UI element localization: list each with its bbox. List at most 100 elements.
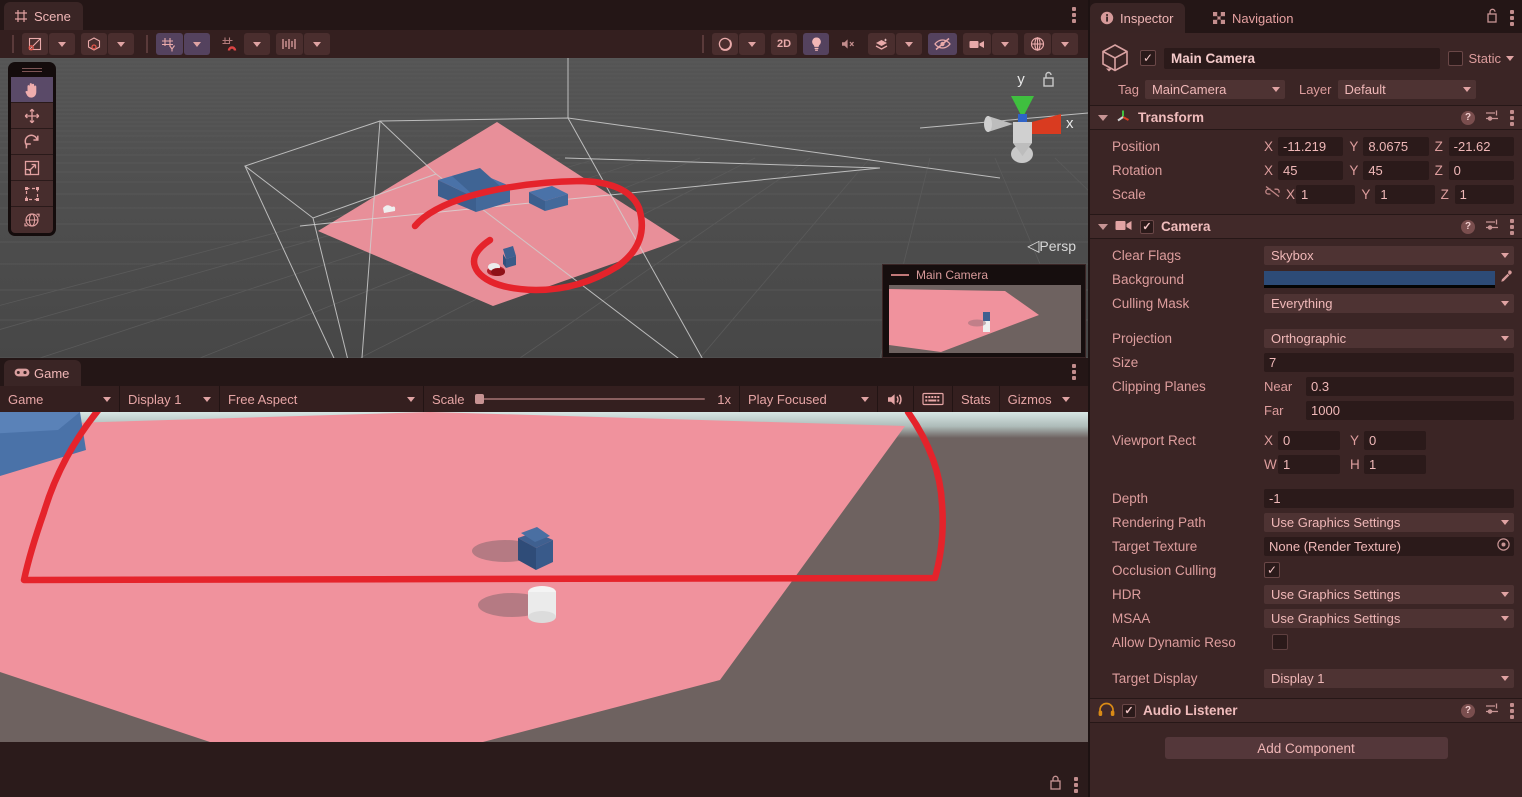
shading-mode-button[interactable] [712,33,738,55]
far-input[interactable]: 1000 [1306,400,1514,420]
scene-menu-kebab[interactable] [1072,7,1076,23]
scale-y-input[interactable]: 1 [1375,184,1435,204]
gizmos-caret[interactable] [1052,33,1078,55]
camera-enabled-checkbox[interactable]: ✓ [1140,219,1154,234]
clear-flags-dropdown[interactable]: Skybox [1264,245,1514,265]
rendering-path-dropdown[interactable]: Use Graphics Settings [1264,512,1514,532]
position-y-input[interactable]: 8.0675 [1363,136,1429,156]
viewport-w-input[interactable]: 1 [1278,454,1340,474]
grid-snapping-caret[interactable] [244,33,270,55]
scene-fx-caret[interactable] [896,33,922,55]
move-tool[interactable] [11,103,53,129]
transform-tool[interactable] [11,207,53,233]
lock-open-icon[interactable] [1486,8,1499,28]
allow-dynamic-resolution-checkbox[interactable] [1272,634,1288,650]
scale-tool[interactable] [11,155,53,181]
game-status-kebab[interactable] [1074,776,1078,793]
handle-position-toggle[interactable] [81,33,107,55]
object-name-input[interactable]: Main Camera [1164,47,1441,69]
pivot-rotation-toggle[interactable] [22,33,48,55]
lock-icon[interactable] [1049,775,1062,795]
scene-audio-toggle[interactable] [835,33,862,55]
increment-snap-toggle[interactable] [276,33,303,55]
preset-icon[interactable] [1485,702,1500,719]
target-texture-field[interactable]: None (Render Texture) [1264,536,1514,556]
scale-z-input[interactable]: 1 [1454,184,1514,204]
component-kebab-camera[interactable] [1510,218,1514,235]
help-icon[interactable]: ? [1461,703,1475,718]
link-broken-icon[interactable] [1264,185,1286,203]
component-header-camera[interactable]: ✓ Camera ? [1090,214,1522,239]
position-x-input[interactable]: -11.219 [1278,136,1344,156]
near-input[interactable]: 0.3 [1306,376,1514,396]
gizmos-toggle[interactable] [1024,33,1051,55]
layer-dropdown[interactable]: Default [1337,80,1476,99]
projection-mode-label[interactable]: ◁Persp [1027,236,1076,256]
chevron-down-icon[interactable] [1506,55,1514,61]
gizmos-caret-game[interactable] [1060,386,1078,412]
occlusion-culling-checkbox[interactable]: ✓ [1264,562,1280,578]
position-z-input[interactable]: -21.62 [1448,136,1514,156]
grid-axis-caret[interactable] [184,33,210,55]
shading-mode-caret[interactable] [739,33,765,55]
object-enabled-checkbox[interactable]: ✓ [1140,50,1156,66]
scene-lighting-toggle[interactable] [803,33,829,55]
static-toggle[interactable]: Static [1448,50,1514,66]
culling-mask-dropdown[interactable]: Everything [1264,293,1514,313]
background-color-swatch[interactable] [1264,270,1495,288]
preset-icon[interactable] [1485,109,1500,126]
static-checkbox[interactable] [1448,50,1464,66]
scale-slider-cell[interactable]: Scale 1x [424,386,740,412]
scale-slider-handle[interactable] [474,394,484,404]
component-header-audio-listener[interactable]: ✓ Audio Listener ? [1090,698,1522,723]
size-input[interactable]: 7 [1264,352,1514,372]
rotation-z-input[interactable]: 0 [1448,160,1514,180]
viewport-h-input[interactable]: 1 [1364,454,1426,474]
palette-drag-handle[interactable] [11,66,53,74]
pivot-rotation-caret[interactable] [49,33,75,55]
grid-axis-y[interactable] [156,33,183,55]
grid-snapping-toggle[interactable] [216,33,243,55]
tab-navigation[interactable]: Navigation [1202,3,1305,33]
scale-x-input[interactable]: 1 [1296,184,1356,204]
msaa-dropdown[interactable]: Use Graphics Settings [1264,608,1514,628]
help-icon[interactable]: ? [1461,219,1475,234]
gizmos-toggle-game[interactable]: Gizmos [1000,386,1060,412]
preset-icon[interactable] [1485,218,1500,235]
inspector-kebab[interactable] [1510,10,1514,26]
display-selector[interactable]: Display 1 [120,386,220,412]
aspect-selector[interactable]: Free Aspect [220,386,424,412]
rect-tool[interactable] [11,181,53,207]
scene-camera-caret[interactable] [992,33,1018,55]
collapse-triangle-icon[interactable] [1098,223,1108,230]
tab-game[interactable]: Game [4,360,82,386]
audio-listener-enabled-checkbox[interactable]: ✓ [1122,703,1136,718]
game-viewport[interactable] [0,412,1088,742]
collapse-triangle-icon[interactable] [1098,114,1108,121]
stats-toggle[interactable]: Stats [953,386,1000,412]
game-menu-kebab[interactable] [1072,364,1076,380]
tag-dropdown[interactable]: MainCamera [1144,80,1285,99]
handle-position-caret[interactable] [108,33,134,55]
add-component-button[interactable]: Add Component [1164,737,1448,759]
scene-viewport[interactable]: y x ◁Persp Main Camera [0,58,1088,358]
projection-dropdown[interactable]: Orthographic [1264,328,1514,348]
hand-tool[interactable] [11,77,53,103]
eyedropper-icon[interactable] [1499,269,1514,289]
game-view-selector[interactable]: Game [0,386,120,412]
rotation-x-input[interactable]: 45 [1278,160,1344,180]
orientation-gizmo[interactable]: y x [966,66,1076,186]
increment-snap-caret[interactable] [304,33,330,55]
scale-slider[interactable] [474,394,706,404]
viewport-y-input[interactable]: 0 [1364,430,1426,450]
mute-audio-toggle[interactable] [878,386,914,412]
component-header-transform[interactable]: Transform ? [1090,105,1522,130]
hdr-dropdown[interactable]: Use Graphics Settings [1264,584,1514,604]
depth-input[interactable]: -1 [1264,488,1514,508]
rotation-y-input[interactable]: 45 [1363,160,1429,180]
rotate-tool[interactable] [11,129,53,155]
play-mode-selector[interactable]: Play Focused [740,386,878,412]
target-display-dropdown[interactable]: Display 1 [1264,668,1514,688]
scene-fx-button[interactable] [868,33,895,55]
toggle-2d-button[interactable]: 2D [771,33,797,55]
